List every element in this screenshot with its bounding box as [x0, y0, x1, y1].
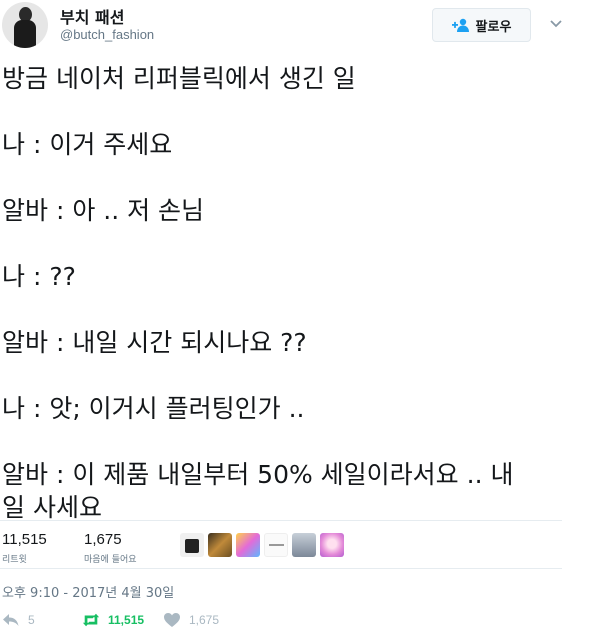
- tweet-line: 나 : 이거 주세요: [2, 130, 173, 159]
- like-stat-label: 마음에 들어요: [84, 555, 137, 565]
- tweet-line: 알바 : 내일 시간 되시나요 ??: [2, 328, 307, 357]
- tweet-line-gap: [2, 227, 562, 260]
- retweet-button[interactable]: 11,515: [82, 612, 144, 628]
- tweet-line: 방금 네이처 리퍼블릭에서 생긴 일: [2, 64, 356, 93]
- chevron-down-icon[interactable]: [549, 16, 563, 30]
- tweet-line-gap: [2, 95, 562, 128]
- reply-count: 5: [28, 613, 35, 627]
- like-stat[interactable]: 1,675 마음에 들어요: [84, 529, 137, 565]
- tweet-line-gap: [2, 359, 562, 392]
- colorful-art-avatar[interactable]: [236, 533, 260, 557]
- like-button[interactable]: 1,675: [163, 612, 219, 628]
- retweet-stat-count: 11,515: [2, 531, 47, 548]
- retweet-stat[interactable]: 11,515 리트윗: [2, 529, 47, 565]
- display-name[interactable]: 부치 패션: [60, 4, 124, 28]
- tweet-actions: 5 11,515 1,675: [0, 612, 562, 632]
- retweet-icon: [82, 613, 100, 627]
- like-count: 1,675: [189, 613, 220, 627]
- follow-button[interactable]: 팔로우: [432, 8, 531, 42]
- like-stat-count: 1,675: [84, 531, 122, 548]
- tweet-line: 알바 : 아 .. 저 손님: [2, 196, 205, 225]
- tweet-line: 알바 : 이 제품 내일부터 50% 세일이라서요 .. 내: [2, 460, 514, 489]
- person-dark-avatar[interactable]: [180, 533, 204, 557]
- tweet-line-gap: [2, 425, 562, 458]
- user-handle[interactable]: @butch_fashion: [60, 27, 154, 42]
- heart-icon: [164, 613, 180, 627]
- tweet-text: 방금 네이처 리퍼블릭에서 생긴 일 나 : 이거 주세요 알바 : 아 .. …: [2, 62, 562, 524]
- retweet-stat-label: 리트윗: [2, 555, 27, 565]
- tweet-line: 나 : ??: [2, 262, 76, 291]
- tweet-timestamp[interactable]: 오후 9:10 - 2017년 4월 30일: [2, 582, 174, 601]
- retweet-count: 11,515: [108, 613, 145, 627]
- add-user-icon: [451, 18, 469, 32]
- avatar[interactable]: [2, 2, 48, 48]
- liker-avatars: [180, 533, 344, 559]
- follow-button-label: 팔로우: [475, 19, 512, 35]
- tweet-stats: 11,515 리트윗 1,675 마음에 들어요: [0, 520, 562, 569]
- reply-button[interactable]: 5: [2, 612, 35, 628]
- tweet-header: 부치 패션 @butch_fashion 팔로우: [0, 0, 602, 56]
- tweet-line-gap: [2, 293, 562, 326]
- tweet-line: 나 : 앗; 이거시 플러팅인가 ..: [2, 394, 305, 423]
- tweet-line-gap: [2, 161, 562, 194]
- orange-photo-avatar[interactable]: [208, 533, 232, 557]
- anime-girl-avatar[interactable]: [320, 533, 344, 557]
- reply-icon: [3, 614, 19, 626]
- avatar-body: [14, 20, 36, 48]
- text-sign-avatar[interactable]: [264, 533, 288, 557]
- tree-photo-avatar[interactable]: [292, 533, 316, 557]
